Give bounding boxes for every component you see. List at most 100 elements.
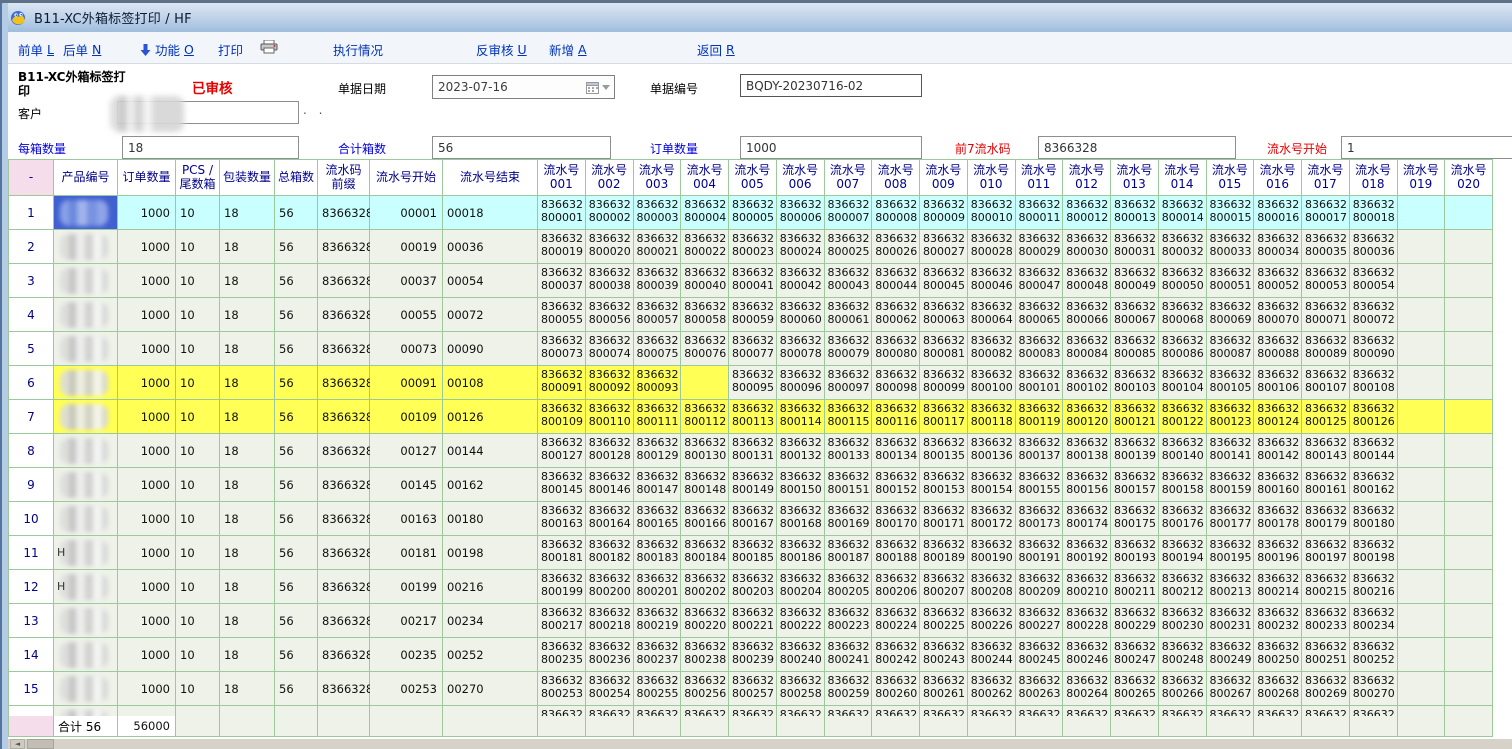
serial-number-cell[interactable]: [1398, 366, 1446, 400]
serial-number-cell[interactable]: 836632800119: [1016, 400, 1064, 434]
order-qty-cell[interactable]: 1000: [118, 536, 176, 570]
serial-number-cell[interactable]: 836632800030: [1063, 230, 1111, 264]
serial-number-cell[interactable]: 836632800188: [872, 536, 920, 570]
order-qty-input[interactable]: [740, 136, 922, 159]
serial-number-cell[interactable]: 836632800252: [1350, 638, 1398, 672]
serial-start-cell[interactable]: 00127: [370, 434, 443, 468]
serial-number-cell[interactable]: 836632800021: [634, 230, 682, 264]
product-code-cell[interactable]: [54, 638, 118, 672]
serial-number-cell[interactable]: 836632800123: [1207, 400, 1255, 434]
product-code-cell[interactable]: [54, 196, 118, 230]
serial-number-cell[interactable]: 836632800115: [825, 400, 873, 434]
serial-number-cell[interactable]: [1445, 434, 1493, 468]
serial-number-cell[interactable]: 836632800126: [1350, 400, 1398, 434]
serial-start-cell[interactable]: 00235: [370, 638, 443, 672]
date-field[interactable]: 2023-07-16: [432, 75, 615, 99]
date-dropdown-arrow[interactable]: [602, 85, 610, 90]
serial-number-cell[interactable]: 836632800178: [1254, 502, 1302, 536]
serial-number-cell[interactable]: 836632800082: [968, 332, 1016, 366]
serial-number-cell[interactable]: 836632800168: [777, 502, 825, 536]
serial-number-cell[interactable]: 836632800139: [1111, 434, 1159, 468]
serial-number-cell[interactable]: 836632800117: [920, 400, 968, 434]
serial-number-cell[interactable]: 836632800179: [1302, 502, 1350, 536]
serial-number-cell[interactable]: 836632800156: [1063, 468, 1111, 502]
serial-end-cell[interactable]: 00036: [443, 230, 538, 264]
serial-number-cell[interactable]: 836632800154: [968, 468, 1016, 502]
serial-number-cell[interactable]: 836632800159: [1207, 468, 1255, 502]
serial-number-cell[interactable]: [1398, 196, 1446, 230]
customer-browse-dots[interactable]: . .: [303, 103, 326, 117]
serial-number-cell[interactable]: 836632800244: [968, 638, 1016, 672]
serial-number-cell[interactable]: 836632800247: [1111, 638, 1159, 672]
serial-number-cell[interactable]: 836632800039: [634, 264, 682, 298]
serial-number-cell[interactable]: 836632800065: [1016, 298, 1064, 332]
serial-number-cell[interactable]: 836632800056: [586, 298, 634, 332]
serial-number-cell[interactable]: [1398, 672, 1446, 706]
serial-number-cell[interactable]: [1445, 638, 1493, 672]
next-doc-button[interactable]: 后单N: [63, 40, 101, 59]
serial-number-cell[interactable]: 836632800255: [634, 672, 682, 706]
total-box-cell[interactable]: 56: [275, 604, 318, 638]
serial-number-cell[interactable]: [1398, 638, 1446, 672]
serial-number-cell[interactable]: [1398, 230, 1446, 264]
serial-number-cell[interactable]: 836632800254: [586, 672, 634, 706]
serial-number-cell[interactable]: 836632800207: [920, 570, 968, 604]
serial-number-cell[interactable]: 836632800015: [1207, 196, 1255, 230]
row-number-cell[interactable]: 8: [8, 434, 54, 468]
serial-number-cell[interactable]: 836632800118: [968, 400, 1016, 434]
serial-number-cell[interactable]: 836632800070: [1254, 298, 1302, 332]
serial-number-cell[interactable]: 836632800181: [538, 536, 586, 570]
row-number-cell[interactable]: 12: [8, 570, 54, 604]
serial-number-cell[interactable]: 836632800062: [872, 298, 920, 332]
pcs-tail-box-cell[interactable]: 10: [176, 570, 220, 604]
serial-number-cell[interactable]: 836632800111: [634, 400, 682, 434]
row-number-cell[interactable]: 10: [8, 502, 54, 536]
serial-number-cell[interactable]: 836632800209: [1016, 570, 1064, 604]
serial-number-cell[interactable]: 836632800060: [777, 298, 825, 332]
serial-number-cell[interactable]: 836632800131: [729, 434, 777, 468]
serial-number-cell[interactable]: 836632800038: [586, 264, 634, 298]
serial-number-cell[interactable]: 836632800173: [1016, 502, 1064, 536]
serial-number-cell[interactable]: 836632800225: [920, 604, 968, 638]
serial-number-cell[interactable]: 836632800064: [968, 298, 1016, 332]
order-qty-cell[interactable]: 1000: [118, 196, 176, 230]
serial-number-cell[interactable]: 836632800125: [1302, 400, 1350, 434]
product-code-cell[interactable]: [54, 366, 118, 400]
pcs-tail-box-cell[interactable]: 10: [176, 400, 220, 434]
serial-number-cell[interactable]: 836632800107: [1302, 366, 1350, 400]
serial-prefix-cell[interactable]: 8366328: [318, 230, 370, 264]
serial-number-cell[interactable]: 836632800037: [538, 264, 586, 298]
serial-start-cell[interactable]: 00055: [370, 298, 443, 332]
serial-number-cell[interactable]: 836632800081: [920, 332, 968, 366]
pack-qty-cell[interactable]: 18: [220, 638, 275, 672]
serial-number-cell[interactable]: 836632800248: [1159, 638, 1207, 672]
serial-number-cell[interactable]: 836632800020: [586, 230, 634, 264]
serial-number-cell[interactable]: 836632800080: [872, 332, 920, 366]
serial-number-cell[interactable]: [1398, 434, 1446, 468]
serial-number-cell[interactable]: 836632800243: [920, 638, 968, 672]
serial-number-cell[interactable]: 836632800090: [1350, 332, 1398, 366]
serial-end-cell[interactable]: 00072: [443, 298, 538, 332]
serial-start-cell[interactable]: 00217: [370, 604, 443, 638]
pack-qty-cell[interactable]: 18: [220, 196, 275, 230]
serial-number-cell[interactable]: [1398, 536, 1446, 570]
serial-number-cell[interactable]: 836632800251: [1302, 638, 1350, 672]
order-qty-cell[interactable]: 1000: [118, 366, 176, 400]
pack-qty-cell[interactable]: 18: [220, 434, 275, 468]
execution-status-button[interactable]: 执行情况: [333, 40, 387, 59]
serial-number-cell[interactable]: 836632800194: [1159, 536, 1207, 570]
serial-prefix-cell[interactable]: 8366328: [318, 332, 370, 366]
serial-number-cell[interactable]: 836632800258: [777, 672, 825, 706]
serial-number-cell[interactable]: 836632800239: [729, 638, 777, 672]
serial-prefix-cell[interactable]: 8366328: [318, 366, 370, 400]
serial-end-cell[interactable]: 00108: [443, 366, 538, 400]
serial-number-cell[interactable]: 836632800092: [586, 366, 634, 400]
serial-number-cell[interactable]: 836632800184: [681, 536, 729, 570]
serial-number-cell[interactable]: 836632800074: [586, 332, 634, 366]
serial-number-cell[interactable]: [1445, 536, 1493, 570]
serial-number-cell[interactable]: 836632800061: [825, 298, 873, 332]
serial-number-cell[interactable]: 836632800110: [586, 400, 634, 434]
serial-end-cell[interactable]: 00162: [443, 468, 538, 502]
serial-number-cell[interactable]: 836632800250: [1254, 638, 1302, 672]
serial-number-cell[interactable]: 836632800122: [1159, 400, 1207, 434]
